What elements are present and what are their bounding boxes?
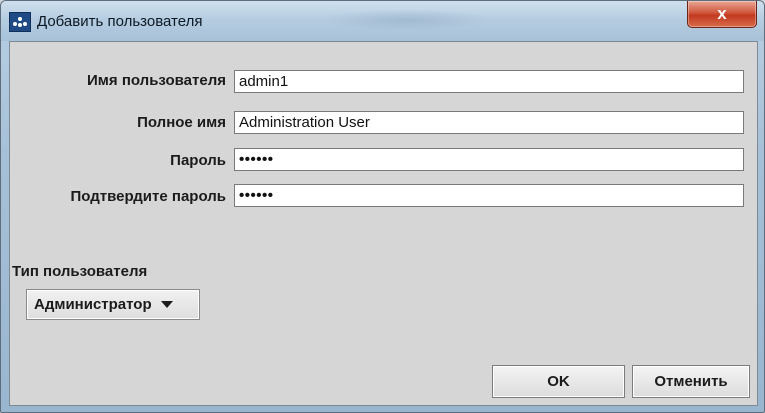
confirm-password-label: Подтвердите пароль	[70, 188, 226, 205]
fullname-input[interactable]: Administration User	[234, 111, 744, 134]
dialog-body: Имя пользователя admin1 Полное имя Admin…	[9, 41, 758, 406]
ok-button[interactable]: OK	[492, 365, 625, 398]
fullname-label: Полное имя	[137, 114, 226, 131]
password-label: Пароль	[170, 152, 226, 169]
user-type-value: Администратор	[34, 296, 152, 313]
cancel-button[interactable]: Отменить	[632, 365, 750, 398]
title-bar[interactable]: Добавить пользователя x	[1, 1, 764, 41]
password-input[interactable]: ••••••	[234, 148, 744, 171]
username-input[interactable]: admin1	[234, 70, 744, 93]
window-title: Добавить пользователя	[37, 13, 203, 30]
close-icon: x	[717, 4, 727, 23]
chevron-down-icon	[160, 301, 173, 308]
user-type-select[interactable]: Администратор	[26, 289, 200, 320]
dialog-window: Добавить пользователя x Имя пользователя…	[0, 0, 765, 413]
confirm-password-input[interactable]: ••••••	[234, 184, 744, 207]
close-button[interactable]: x	[687, 1, 757, 28]
app-icon	[9, 12, 31, 32]
username-label: Имя пользователя	[87, 72, 226, 89]
user-type-label: Тип пользователя	[12, 263, 148, 280]
